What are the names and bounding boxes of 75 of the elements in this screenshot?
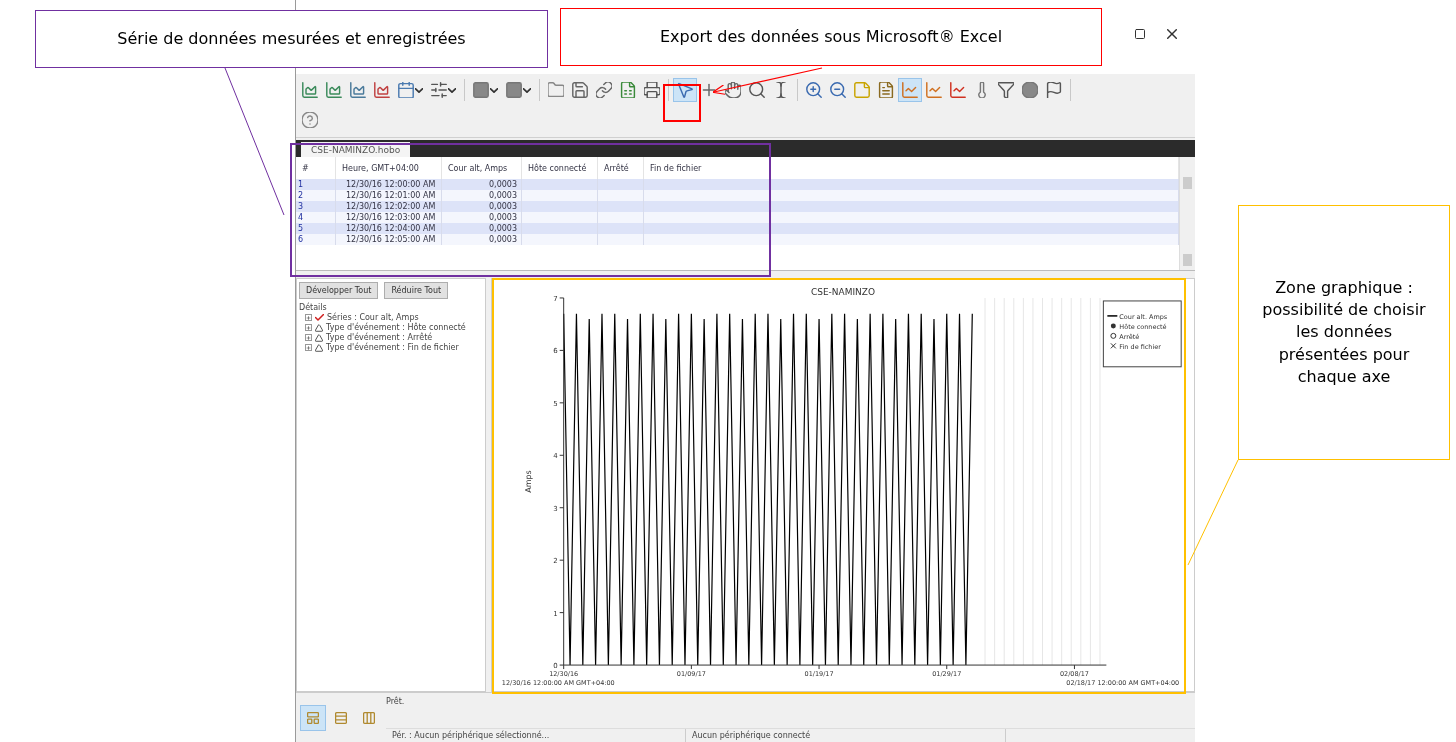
chart-area-icon (302, 82, 318, 98)
chart-area-icon (326, 82, 342, 98)
close-icon[interactable] (1167, 29, 1177, 39)
save-icon (572, 82, 588, 98)
expand-toggle[interactable] (305, 334, 312, 341)
text-cursor-icon (773, 82, 789, 98)
caret-icon (490, 87, 498, 93)
search-icon (749, 82, 765, 98)
tree-item[interactable]: Type d'événement : Arrêté (326, 333, 433, 342)
link-icon (596, 82, 612, 98)
table-cell: 2 (296, 190, 336, 201)
zoom-out-icon (830, 82, 846, 98)
line-chart-icon (902, 82, 918, 98)
spreadsheet-icon (620, 82, 636, 98)
table-cell: 4 (296, 212, 336, 223)
table-cell: 1 (296, 179, 336, 190)
table-cell: 5 (296, 223, 336, 234)
axis-label: Amps (523, 470, 533, 493)
expand-toggle[interactable] (305, 314, 312, 321)
expand-toggle[interactable] (305, 324, 312, 331)
legend-dot-icon (1110, 323, 1116, 329)
printer-icon (644, 82, 660, 98)
folder-icon (548, 82, 564, 98)
document-icon (878, 82, 894, 98)
caret-icon (415, 87, 423, 93)
status-text: Pér. : Aucun périphérique sélectionné... (386, 729, 686, 742)
caret-icon (448, 87, 456, 93)
help-icon (302, 112, 318, 128)
chart-title: CSE-NAMINZO (811, 286, 875, 297)
table-cell: 12/30/16 12:05:00 AM (336, 234, 442, 245)
table-cell: 6 (296, 234, 336, 245)
table-cell (598, 190, 644, 201)
section-heading: Détails (299, 303, 327, 312)
callout: Zone graphique : possibilité de choisir les données présentées pour chaque axe (1238, 205, 1450, 460)
line-chart-icon (950, 82, 966, 98)
sliders-icon (431, 82, 447, 98)
view-button[interactable] (300, 704, 326, 731)
table-cell (598, 234, 644, 245)
hand-icon (725, 82, 741, 98)
note-icon (854, 82, 870, 98)
scrollbar[interactable] (1179, 157, 1195, 270)
callout: Série de données mesurées et enregistrées (35, 10, 548, 68)
calendar-icon (398, 82, 414, 98)
square-icon (506, 82, 522, 98)
plus-icon (701, 82, 717, 98)
table-cell: 0,0003 (442, 234, 522, 245)
legend-circle-icon (1110, 332, 1117, 339)
toolbar-button[interactable] (673, 78, 697, 102)
status-text: Aucun périphérique connecté (686, 729, 1006, 742)
tree-item[interactable]: Type d'événement : Fin de fichier (326, 343, 459, 352)
flag-icon (1046, 82, 1062, 98)
zoom-in-icon (806, 82, 822, 98)
panel-button[interactable]: Réduire Tout (384, 282, 449, 299)
pointer-icon (677, 82, 693, 98)
filter-icon (998, 82, 1014, 98)
status-message: Prêt. (386, 697, 406, 706)
table-cell: 3 (296, 201, 336, 212)
legend-line-icon (1106, 315, 1119, 317)
tree-item[interactable]: Séries : Cour alt, Amps (327, 313, 419, 322)
table-cell (598, 223, 644, 234)
chart-area-icon (374, 82, 390, 98)
table-cell (598, 201, 644, 212)
chart-area-icon (350, 82, 366, 98)
table-cell (598, 212, 644, 223)
legend-cross-icon (1110, 342, 1117, 349)
table-cell (598, 179, 644, 190)
line-chart-icon (926, 82, 942, 98)
caret-icon (523, 87, 531, 93)
square-icon (473, 82, 489, 98)
tree-item[interactable]: Type d'événement : Hôte connecté (326, 323, 466, 332)
expand-toggle[interactable] (305, 344, 312, 351)
callout: Export des données sous Microsoft® Excel (560, 8, 1102, 66)
panel-button[interactable]: Développer Tout (299, 282, 379, 299)
maximize-icon[interactable] (1135, 29, 1145, 39)
check-icon (315, 314, 324, 321)
